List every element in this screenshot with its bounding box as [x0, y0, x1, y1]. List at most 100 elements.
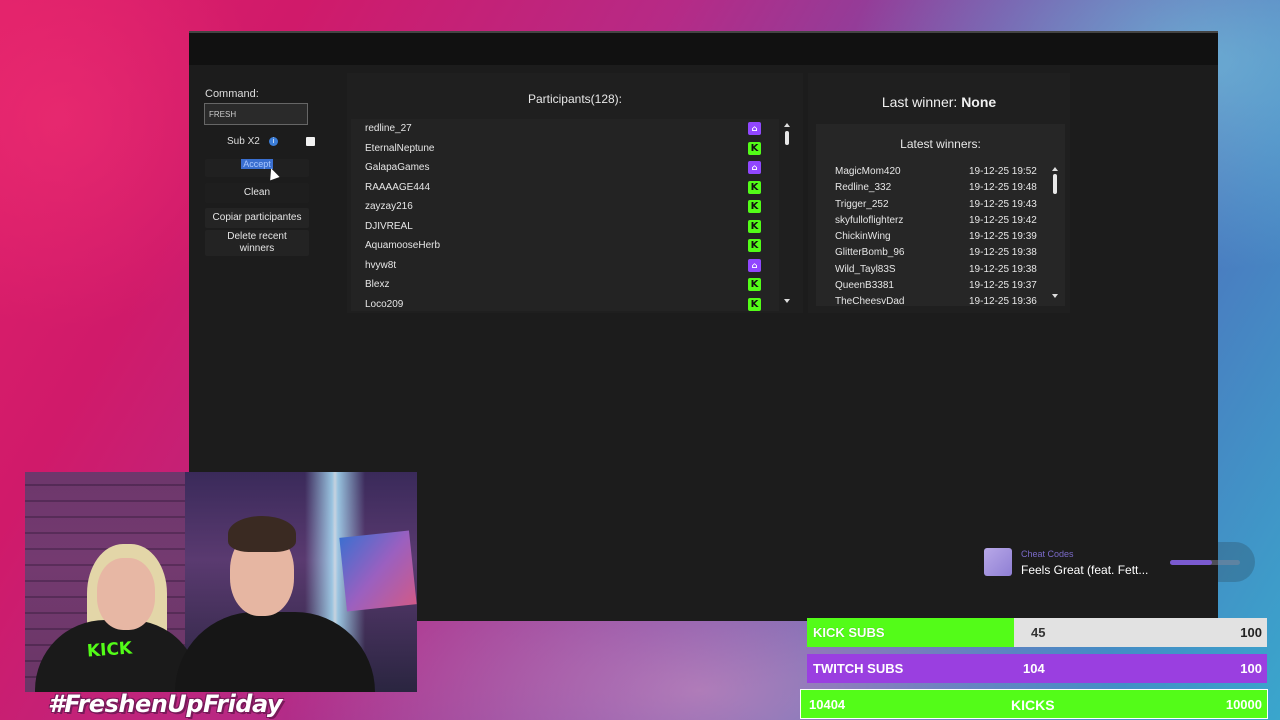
last-winner: Last winner: None — [808, 94, 1070, 110]
kick-subs-label: KICK SUBS — [813, 625, 885, 640]
winner-date: 19-12-25 19:38 — [969, 263, 1037, 275]
twitch-icon: ⌂ — [748, 161, 761, 174]
sub-x2-label: Sub X2 — [227, 136, 260, 147]
winner-name: Wild_Tayl83S — [835, 263, 896, 275]
scroll-down-arrow-icon[interactable] — [784, 299, 790, 303]
delete-button-line1: Delete recent — [227, 231, 287, 242]
streamer-1-face — [97, 558, 155, 630]
kick-icon: K — [748, 219, 761, 233]
participant-row[interactable]: Loco209 K — [351, 295, 779, 312]
now-playing-widget: Cheat Codes Feels Great (feat. Fett... — [978, 542, 1255, 582]
scroll-down-arrow-icon[interactable] — [1052, 294, 1058, 298]
kick-icon: K — [748, 278, 761, 291]
streamer-2-hair — [228, 516, 296, 552]
accept-button-label: Accept — [241, 159, 273, 169]
scroll-up-arrow-icon[interactable] — [784, 123, 790, 127]
winner-row: skyfulloflighterz 19-12-25 19:42 — [816, 213, 1048, 229]
participant-name: RAAAAGE444 — [365, 181, 431, 193]
winner-row: ChickinWing 19-12-25 19:39 — [816, 229, 1048, 245]
kick-icon: K — [748, 200, 761, 213]
participant-row[interactable]: GalapaGames ⌂ — [351, 158, 779, 178]
participant-row[interactable]: EternalNeptune K — [351, 139, 779, 159]
winner-date: 19-12-25 19:52 — [969, 166, 1037, 177]
kick-subs-goal: KICK SUBS 45 100 — [807, 618, 1267, 647]
participant-name: EternalNeptune — [365, 142, 435, 154]
album-art-icon — [984, 548, 1012, 576]
twitch-subs-goal: TWITCH SUBS 104 100 — [807, 654, 1267, 683]
latest-winners-box: Latest winners: MagicMom420 19-12-25 19:5… — [816, 124, 1065, 306]
latest-winners-list[interactable]: MagicMom420 19-12-25 19:52 Redline_332 19-1… — [816, 164, 1048, 304]
clean-button[interactable]: Clean — [205, 183, 309, 203]
winner-name: ChickinWing — [835, 231, 891, 243]
twitch-subs-label: TWITCH SUBS — [813, 661, 904, 676]
participant-name: GalapaGames — [365, 162, 430, 173]
twitch-subs-target: 100 — [1240, 661, 1262, 676]
participant-name: hvyw8t — [365, 259, 397, 271]
latest-winners-title: Latest winners: — [900, 137, 981, 151]
delete-recent-winners-button[interactable]: Delete recent winners — [205, 230, 309, 256]
shirt-logo: KICK — [86, 638, 133, 662]
song-progress-track — [1170, 560, 1240, 565]
participants-list[interactable]: redline_27 ⌂ EternalNeptune K GalapaGames ⌂ RA… — [351, 119, 779, 311]
participants-title: Participants(128): — [527, 92, 623, 106]
twitch-icon: ⌂ — [748, 258, 761, 272]
participant-name: Loco209 — [365, 298, 404, 310]
command-input[interactable] — [204, 103, 308, 125]
kick-icon: K — [748, 239, 761, 252]
sub-x2-checkbox[interactable] — [306, 137, 315, 146]
scroll-thumb[interactable] — [785, 131, 789, 145]
winner-row: Redline_332 19-12-25 19:48 — [816, 180, 1048, 196]
winner-row: TheCheesyDad 19-12-25 19:36 — [816, 294, 1048, 304]
winner-row: MagicMom420 19-12-25 19:52 — [816, 164, 1048, 180]
winners-scrollbar[interactable] — [1052, 164, 1058, 304]
hashtag-title: #FreshenUpFriday — [48, 690, 283, 718]
winner-name: QueenB3381 — [835, 280, 894, 292]
kicks-current: 10404 — [809, 697, 846, 712]
winner-name: TheCheesyDad — [835, 296, 905, 304]
copy-participants-button[interactable]: Copiar participantes — [205, 208, 309, 228]
participant-name: redline_27 — [365, 123, 412, 134]
winner-date: 19-12-25 19:42 — [969, 214, 1037, 226]
now-playing-song: Feels Great (feat. Fett... — [1021, 563, 1149, 577]
window-title-bar[interactable] — [189, 33, 1218, 65]
kicks-label: KICKS — [1011, 697, 1055, 713]
winner-name: GlitterBomb_96 — [835, 247, 905, 259]
participant-row[interactable]: redline_27 ⌂ — [351, 119, 779, 139]
webcam-feed: KICK — [25, 472, 417, 692]
twitch-icon: ⌂ — [748, 122, 761, 135]
participant-row[interactable]: hvyw8t ⌂ — [351, 256, 779, 276]
participant-row[interactable]: AquamooseHerb K — [351, 236, 779, 256]
kick-icon: K — [748, 297, 761, 311]
scroll-up-arrow-icon[interactable] — [1052, 167, 1058, 171]
song-progress-fill — [1170, 560, 1212, 565]
kick-icon: K — [748, 180, 761, 194]
controls-panel: Command: Sub X2 i Accept Clean Copiar pa… — [189, 73, 339, 313]
last-winner-label: Last winner: — [881, 94, 958, 110]
winner-date: 19-12-25 19:38 — [969, 247, 1037, 259]
participants-panel: Participants(128): redline_27 ⌂ EternalNep… — [347, 73, 803, 313]
participant-name: DJIVREAL — [365, 220, 413, 232]
participant-row[interactable]: Blexz K — [351, 275, 779, 295]
winner-date: 19-12-25 19:37 — [969, 280, 1037, 292]
winner-row: Wild_Tayl83S 19-12-25 19:38 — [816, 262, 1048, 278]
kicks-target: 10000 — [1225, 697, 1262, 712]
winner-panel: Last winner: None Latest winners: MagicM… — [808, 73, 1070, 313]
participant-row[interactable]: DJIVREAL K — [351, 217, 779, 237]
winner-date: 19-12-25 19:48 — [969, 182, 1037, 194]
participants-scrollbar[interactable] — [784, 119, 790, 311]
last-winner-value: None — [961, 94, 997, 110]
winner-date: 19-12-25 19:43 — [969, 198, 1037, 210]
winner-row: QueenB3381 19-12-25 19:37 — [816, 278, 1048, 294]
delete-button-line2: winners — [239, 243, 275, 254]
accept-button[interactable]: Accept — [205, 159, 309, 177]
scroll-thumb[interactable] — [1053, 174, 1057, 194]
info-icon[interactable]: i — [269, 137, 278, 146]
sub-x2-row: Sub X2 i — [205, 135, 317, 149]
winner-name: Trigger_252 — [835, 198, 889, 210]
now-playing-artist: Cheat Codes — [1021, 549, 1074, 559]
participant-row[interactable]: RAAAAGE444 K — [351, 178, 779, 198]
participant-row[interactable]: zayzay216 K — [351, 197, 779, 217]
winner-name: MagicMom420 — [835, 166, 901, 177]
kick-icon: K — [748, 141, 761, 155]
command-label: Command: — [205, 88, 259, 100]
